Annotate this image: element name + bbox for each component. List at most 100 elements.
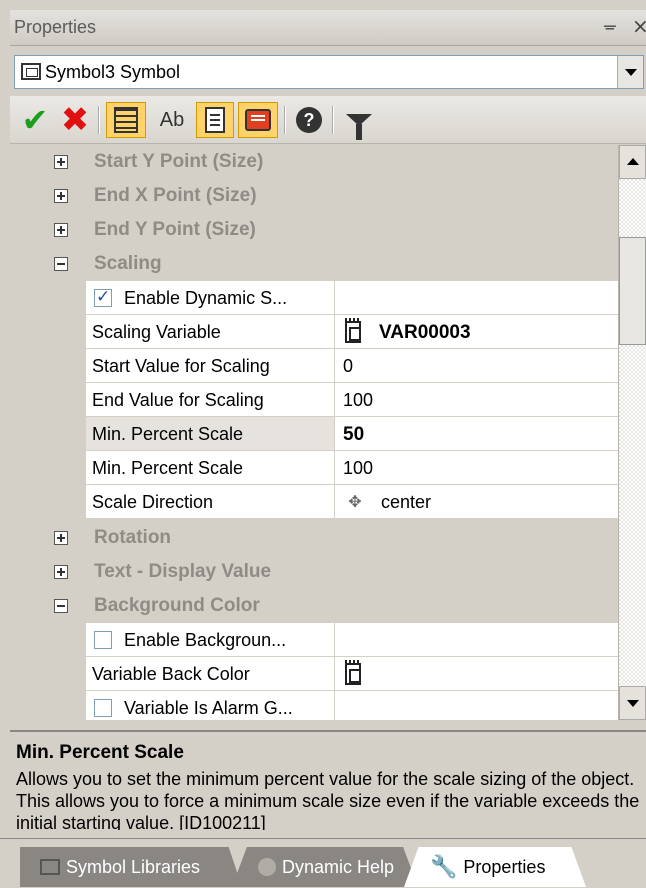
variable-icon[interactable] — [345, 318, 361, 343]
property-name-cell: Enable Dynamic S... — [86, 281, 335, 315]
enable-background-checkbox[interactable] — [94, 631, 112, 649]
filter-button[interactable] — [342, 102, 376, 140]
property-name-cell: Min. Percent Scale — [86, 451, 335, 485]
category-background-color[interactable]: Background Color — [10, 589, 618, 623]
property-min-percent-scale-2[interactable]: Min. Percent Scale 100 — [10, 451, 618, 485]
property-variable-back-color[interactable]: Variable Back Color — [10, 657, 618, 691]
property-name: Variable Back Color — [92, 664, 250, 684]
scroll-down-icon[interactable] — [619, 686, 646, 720]
property-name-cell: End Value for Scaling — [86, 383, 335, 417]
pin-icon[interactable]: ᚚ — [604, 16, 616, 36]
variable-icon[interactable] — [345, 660, 361, 685]
expand-icon[interactable] — [54, 531, 68, 545]
property-value-cell[interactable]: 100 — [335, 451, 618, 485]
property-value-cell[interactable]: 100 — [335, 383, 618, 417]
property-end-value-scaling[interactable]: End Value for Scaling 100 — [10, 383, 618, 417]
category-start-y-point[interactable]: Start Y Point (Size) — [10, 145, 618, 179]
tab-properties[interactable]: 🔧 Properties — [404, 847, 586, 887]
expand-icon[interactable] — [54, 223, 68, 237]
property-scale-direction[interactable]: Scale Direction ✥ center — [10, 485, 618, 519]
category-label: End Y Point (Size) — [94, 219, 256, 240]
help-button[interactable]: ? — [292, 102, 326, 138]
comment-icon — [245, 109, 271, 131]
category-end-y-point[interactable]: End Y Point (Size) — [10, 213, 618, 247]
object-selector-dropdown[interactable]: Symbol3 Symbol — [14, 55, 644, 89]
category-label: Background Color — [94, 595, 260, 616]
property-name-cell: Enable Backgroun... — [86, 623, 335, 657]
tab-dynamic-help[interactable]: Dynamic Help — [232, 847, 418, 887]
property-value-cell[interactable] — [335, 281, 618, 315]
property-name: Scale Direction — [92, 492, 214, 512]
property-start-value-scaling[interactable]: Start Value for Scaling 0 — [10, 349, 618, 383]
property-value: 50 — [343, 424, 365, 445]
move-icon: ✥ — [348, 492, 362, 511]
vertical-scrollbar[interactable] — [618, 145, 646, 720]
check-icon[interactable]: ✔ — [18, 102, 52, 138]
property-min-percent-scale[interactable]: Min. Percent Scale 50 — [10, 417, 618, 451]
property-value: 100 — [343, 390, 374, 410]
symbol-icon — [21, 63, 41, 80]
property-value-cell[interactable]: 50 — [335, 417, 618, 451]
category-scaling[interactable]: Scaling — [10, 247, 618, 281]
help-icon: ? — [296, 107, 322, 133]
chevron-down-icon[interactable] — [617, 56, 643, 88]
category-label: Rotation — [94, 527, 172, 548]
property-name: Min. Percent Scale — [92, 458, 244, 478]
property-name: Enable Dynamic S... — [124, 288, 288, 308]
property-value-cell[interactable]: VAR00003 — [335, 315, 618, 349]
property-value-cell[interactable] — [335, 691, 618, 720]
property-name-cell: Start Value for Scaling — [86, 349, 335, 383]
help-icon — [258, 858, 276, 876]
close-icon[interactable]: × — [632, 14, 646, 38]
property-grid: Start Y Point (Size) End X Point (Size) … — [10, 145, 618, 720]
property-name-cell: Scale Direction — [86, 485, 335, 519]
collapse-icon[interactable] — [54, 257, 68, 271]
wrench-icon: 🔧 — [430, 854, 458, 880]
description-title: Min. Percent Scale — [16, 742, 184, 763]
property-name-cell: Min. Percent Scale — [86, 417, 335, 451]
property-name: Start Value for Scaling — [92, 356, 270, 376]
category-end-x-point[interactable]: End X Point (Size) — [10, 179, 618, 213]
scroll-thumb[interactable] — [619, 237, 646, 345]
cross-icon[interactable]: ✖ — [58, 101, 92, 139]
category-label: Start Y Point (Size) — [94, 151, 264, 172]
properties-panel: Properties ᚚ × Symbol3 Symbol ✔ ✖ Ab ? S… — [0, 0, 646, 888]
expand-icon[interactable] — [54, 155, 68, 169]
category-text-display-value[interactable]: Text - Display Value — [10, 555, 618, 589]
property-name: End Value for Scaling — [92, 390, 264, 410]
property-value-cell[interactable] — [335, 657, 618, 691]
tab-label: Symbol Libraries — [66, 856, 201, 877]
scroll-up-icon[interactable] — [619, 145, 646, 179]
property-enable-background[interactable]: Enable Backgroun... — [10, 623, 618, 657]
property-value-cell[interactable]: ✥ center — [335, 485, 618, 519]
property-enable-dynamic-scaling[interactable]: Enable Dynamic S... — [10, 281, 618, 315]
description-pane: Min. Percent Scale Allows you to set the… — [10, 730, 646, 830]
object-selector-value: Symbol3 Symbol — [45, 62, 181, 82]
tab-label: Dynamic Help — [282, 856, 395, 877]
category-rotation[interactable]: Rotation — [10, 521, 618, 555]
enable-dynamic-scaling-checkbox[interactable] — [94, 287, 112, 307]
property-variable-is-alarm[interactable]: Variable Is Alarm G... — [10, 691, 618, 720]
panel-title-bar: Properties ᚚ × — [10, 10, 646, 46]
property-value: center — [381, 492, 432, 512]
property-value-cell[interactable] — [335, 623, 618, 657]
category-label: Scaling — [94, 253, 162, 274]
property-name: Min. Percent Scale — [92, 424, 244, 444]
variable-is-alarm-checkbox[interactable] — [94, 699, 112, 717]
property-scaling-variable[interactable]: Scaling Variable VAR00003 — [10, 315, 618, 349]
comment-button[interactable] — [238, 102, 278, 138]
property-value-cell[interactable]: 0 — [335, 349, 618, 383]
property-name-cell: Variable Is Alarm G... — [86, 691, 335, 720]
collapse-icon[interactable] — [54, 599, 68, 613]
expand-icon[interactable] — [54, 189, 68, 203]
toolbar-separator — [332, 106, 334, 134]
panel-title: Properties — [14, 17, 97, 37]
expand-icon[interactable] — [54, 565, 68, 579]
categorized-button[interactable] — [106, 102, 146, 138]
alphabetic-icon[interactable]: Ab — [152, 102, 192, 138]
properties-toolbar: ✔ ✖ Ab ? — [10, 96, 646, 144]
tab-symbol-libraries[interactable]: Symbol Libraries — [20, 847, 242, 887]
document-button[interactable] — [196, 102, 234, 138]
property-name-cell: Variable Back Color — [86, 657, 335, 691]
property-name-cell: Scaling Variable — [86, 315, 335, 349]
